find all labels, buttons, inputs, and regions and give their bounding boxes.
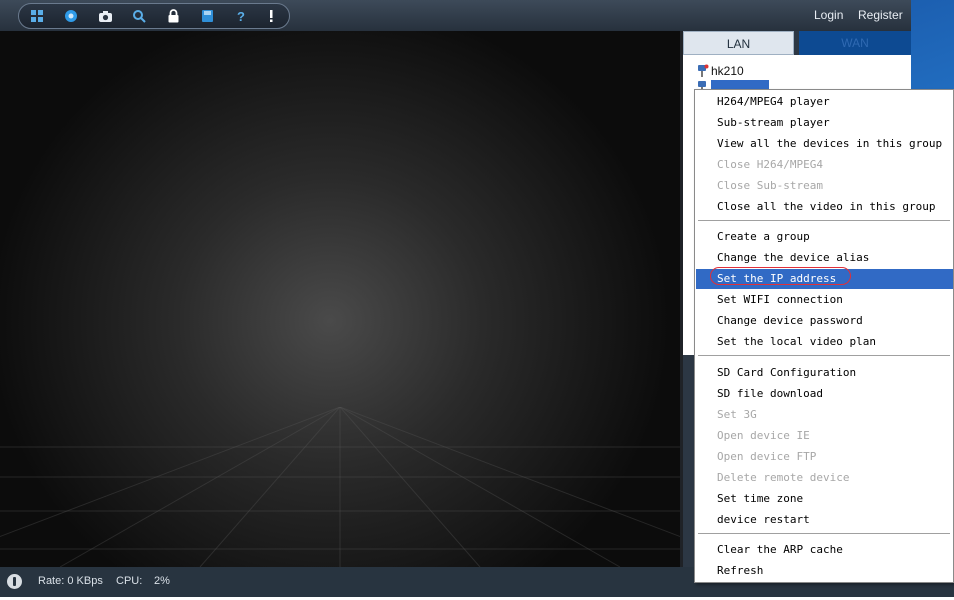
- menu-item-sd-file-download[interactable]: SD file download: [696, 384, 953, 404]
- menu-item-local-video-plan[interactable]: Set the local video plan: [696, 332, 953, 352]
- menu-item-change-alias[interactable]: Change the device alias: [696, 248, 953, 268]
- app-window: ? Login Register LAN WAN hk210 Rate: 0 K…: [0, 0, 954, 600]
- menu-item-close-substream: Close Sub-stream: [717, 179, 823, 192]
- menu-item-close-all-video[interactable]: Close all the video in this group: [696, 197, 953, 217]
- cpu-label: CPU:: [116, 575, 143, 587]
- menu-separator: [698, 220, 950, 222]
- about-icon[interactable]: [263, 8, 279, 24]
- menu-item-create-group[interactable]: Create a group: [696, 227, 953, 247]
- device-item-hk210[interactable]: hk210: [711, 63, 744, 79]
- tab-wan[interactable]: WAN: [799, 31, 911, 55]
- cpu-value: 2%: [154, 575, 170, 587]
- menu-item-set-3g: Set 3G: [717, 408, 757, 421]
- menu-item-set-time-zone[interactable]: Set time zone: [696, 489, 953, 509]
- menu-item-refresh[interactable]: Refresh: [696, 561, 953, 581]
- menu-item-change-password[interactable]: Change device password: [696, 311, 953, 331]
- search-icon[interactable]: [131, 8, 147, 24]
- save-icon[interactable]: [199, 8, 215, 24]
- menu-item-device-restart[interactable]: device restart: [696, 510, 953, 530]
- menu-item-substream-player[interactable]: Sub-stream player: [696, 113, 953, 133]
- svg-text:?: ?: [237, 9, 245, 23]
- fullscreen-icon[interactable]: [29, 8, 45, 24]
- rate-label: Rate: 0 KBps: [38, 575, 103, 587]
- register-link[interactable]: Register: [858, 8, 903, 22]
- menu-item-close-h264: Close H264/MPEG4: [717, 158, 823, 171]
- top-toolbar: ? Login Register: [0, 0, 954, 31]
- video-display-area[interactable]: [0, 31, 680, 567]
- toolbar-button-group: ?: [18, 3, 290, 29]
- floor-grid-decoration: [0, 407, 680, 567]
- info-icon: [7, 574, 22, 589]
- lock-icon[interactable]: [165, 8, 181, 24]
- menu-item-open-device-ie: Open device IE: [717, 429, 810, 442]
- tab-lan[interactable]: LAN: [683, 31, 794, 55]
- annotation-circle: [710, 267, 851, 285]
- menu-separator: [698, 533, 950, 535]
- menu-item-sd-card-config[interactable]: SD Card Configuration: [696, 363, 953, 383]
- menu-separator: [698, 355, 950, 357]
- record-icon[interactable]: [63, 8, 79, 24]
- menu-item-clear-arp-cache[interactable]: Clear the ARP cache: [696, 540, 953, 560]
- snapshot-icon[interactable]: [97, 8, 113, 24]
- camera-icon: [698, 64, 709, 77]
- context-menu: H264/MPEG4 player Sub-stream player View…: [694, 89, 954, 583]
- menu-item-set-wifi[interactable]: Set WIFI connection: [696, 290, 953, 310]
- menu-item-delete-remote-device: Delete remote device: [717, 471, 850, 484]
- login-link[interactable]: Login: [814, 8, 843, 22]
- menu-item-h264-player[interactable]: H264/MPEG4 player: [696, 92, 953, 112]
- menu-item-open-device-ftp: Open device FTP: [717, 450, 817, 463]
- menu-item-view-all-devices[interactable]: View all the devices in this group: [696, 134, 953, 154]
- help-icon[interactable]: ?: [233, 8, 249, 24]
